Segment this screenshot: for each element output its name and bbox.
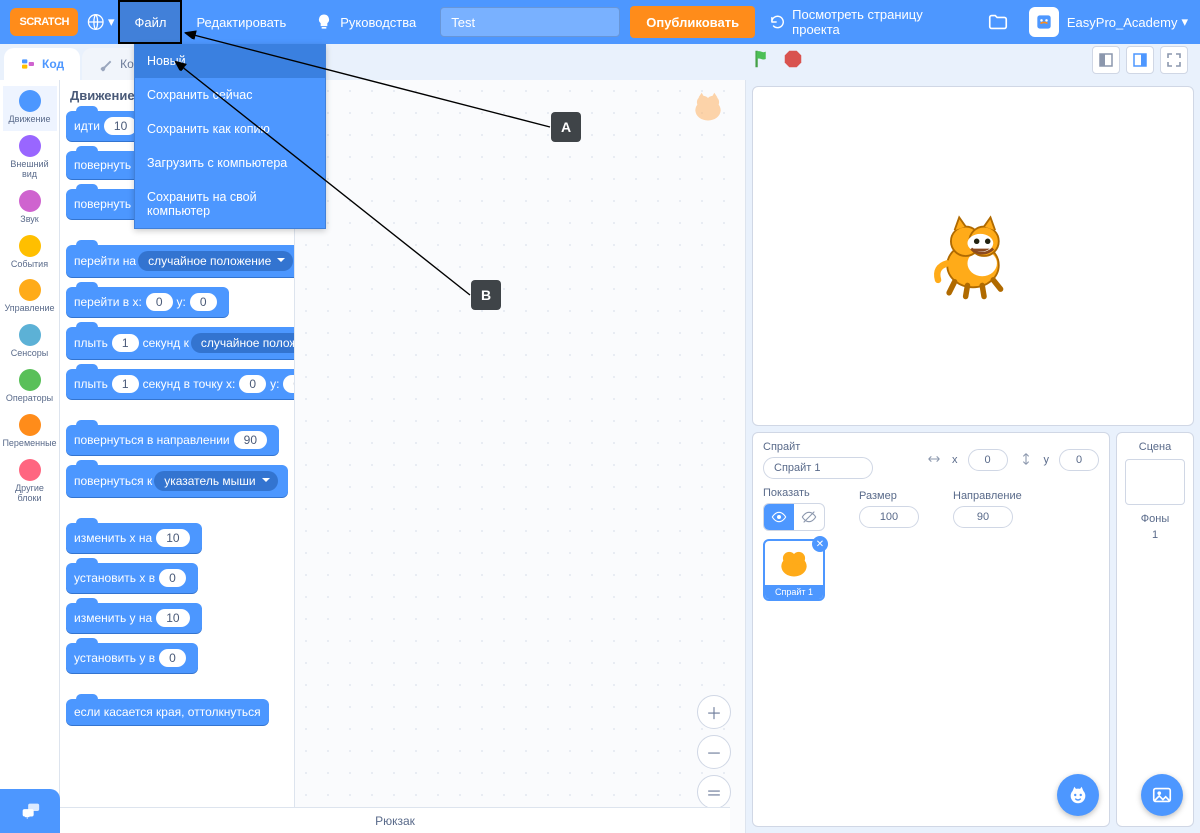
annotation-arrows [0,0,1200,833]
annotation-b: B [471,280,501,310]
annotation-a: A [551,112,581,142]
